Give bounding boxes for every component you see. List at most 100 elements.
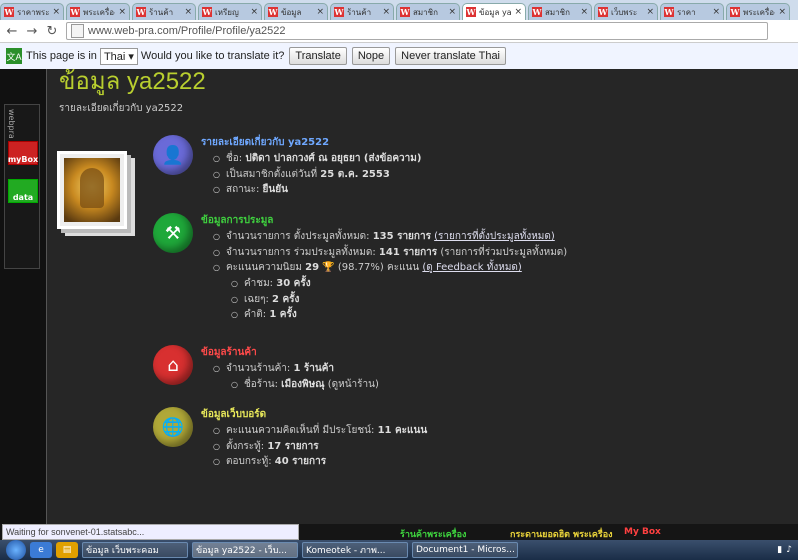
close-tab-icon[interactable]: × — [316, 7, 324, 17]
network-icon[interactable]: ▮ — [777, 545, 782, 555]
system-tray: ▮ ♪ — [777, 545, 792, 555]
total-items-row: จำนวนรายการ ตั้งประมูลทั้งหมด: 135 รายกา… — [213, 229, 567, 245]
browser-tab[interactable]: W ร้านค้า × — [132, 3, 196, 20]
neutral-row: เฉยๆ: 2 ครั้ง — [231, 292, 567, 308]
back-icon[interactable]: ← — [4, 23, 20, 39]
since-row: เป็นสมาชิกตั้งแต่วันที่ 25 ต.ค. 2553 — [213, 167, 421, 183]
close-tab-icon[interactable]: × — [250, 7, 258, 17]
browser-tab[interactable]: W พระเครื่อง × — [66, 3, 130, 20]
browser-tab[interactable]: W ราคาพระ × — [0, 3, 64, 20]
windows-taskbar: e ▤ ข้อมูล เว็บพระคอม ข้อมูล ya2522 - เว็… — [0, 540, 798, 560]
tab-label: ร้านค้า — [347, 7, 372, 17]
site-favicon-icon: W — [598, 7, 608, 17]
tab-label: เว็บพระ — [611, 7, 638, 17]
close-tab-icon[interactable]: × — [514, 7, 522, 17]
footer-link-mybox[interactable]: My Box — [624, 527, 661, 537]
volume-icon[interactable]: ♪ — [786, 545, 792, 555]
nope-button[interactable]: Nope — [351, 47, 391, 65]
page-subtitle: รายละเอียดเกี่ยวกับ ya2522 — [59, 103, 184, 114]
gavel-icon: ⚒ — [153, 213, 193, 253]
shop-heading: ข้อมูลร้านค้า — [201, 347, 257, 358]
browser-status: Waiting for sonvenet-01.statsabc... — [2, 524, 299, 540]
profile-photo — [57, 151, 127, 229]
name-row: ชื่อ: ปติดา ปาลกวงศ์ ณ อยุธยา (ส่งข้อควา… — [213, 151, 421, 167]
close-tab-icon[interactable]: × — [382, 7, 390, 17]
browser-tab[interactable]: W สมาชิก × — [528, 3, 592, 20]
site-favicon-icon: W — [730, 7, 740, 17]
tab-label: พระเครื่อง — [83, 7, 116, 17]
feedback-link[interactable]: (ดู Feedback ทั้งหมด) — [422, 262, 521, 273]
browser-tab[interactable]: W สมาชิก × — [396, 3, 460, 20]
forward-icon[interactable]: → — [24, 23, 40, 39]
total-items-link[interactable]: (รายการที่ตั้งประมูลทั้งหมด) — [434, 231, 555, 242]
taskbar-item[interactable]: ข้อมูล ya2522 - เว็บ... — [192, 542, 298, 558]
ie-icon[interactable]: e — [30, 542, 52, 558]
site-favicon-icon: W — [532, 7, 542, 17]
data-icon[interactable]: data — [8, 179, 38, 203]
about-heading: รายละเอียดเกี่ยวกับ ya2522 — [201, 137, 330, 148]
folder-icon[interactable]: ▤ — [56, 542, 78, 558]
address-bar[interactable]: www.web-pra.com/Profile/Profile/ya2522 — [66, 22, 768, 40]
complaint-row: คำติ: 1 ครั้ง — [231, 307, 567, 323]
site-favicon-icon: W — [400, 7, 410, 17]
feedback-row: คะแนนความนิยม 29 🏆 (98.77%) คะแนน (ดู Fe… — [213, 260, 567, 276]
site-favicon-icon: W — [664, 7, 674, 17]
browser-tab[interactable]: W เหรียญ × — [198, 3, 262, 20]
taskbar-item[interactable]: Document1 - Micros... — [412, 542, 518, 558]
close-tab-icon[interactable]: × — [52, 7, 60, 17]
close-tab-icon[interactable]: × — [778, 7, 786, 17]
reload-icon[interactable]: ↻ — [44, 23, 60, 39]
score-row: คะแนนความคิดเห็นที่ มีประโยชน์: 11 คะแนน — [213, 423, 427, 439]
browser-tab[interactable]: W ข้อมูล ya × — [462, 3, 526, 20]
url-text: www.web-pra.com/Profile/Profile/ya2522 — [88, 25, 286, 37]
site-footer: Waiting for sonvenet-01.statsabc... ร้าน… — [0, 524, 798, 540]
site-favicon-icon: W — [334, 7, 344, 17]
site-favicon-icon: W — [202, 7, 212, 17]
site-favicon-icon: W — [70, 7, 80, 17]
page-title: ข้อมูล ya2522 — [59, 68, 206, 95]
tab-label: พระเครื่อง — [743, 7, 776, 17]
browser-tab[interactable]: W ร้านค้า × — [330, 3, 394, 20]
never-translate-button[interactable]: Never translate Thai — [395, 47, 507, 65]
footer-link-shops[interactable]: ร้านค้าพระเครื่อง — [400, 527, 466, 541]
side-toolbar-label: webpra — [7, 109, 16, 139]
close-tab-icon[interactable]: × — [580, 7, 588, 17]
profile-panel: ข้อมูล ya2522 รายละเอียดเกี่ยวกับ ya2522… — [46, 68, 798, 524]
auction-heading: ข้อมูลการประมูล — [201, 215, 274, 226]
close-tab-icon[interactable]: × — [184, 7, 192, 17]
site-favicon-icon: W — [4, 7, 14, 17]
page-icon — [71, 24, 84, 38]
translate-button[interactable]: Translate — [289, 47, 347, 65]
globe-icon: 🌐 — [153, 407, 193, 447]
browser-tab[interactable]: W พระเครื่อง × — [726, 3, 790, 20]
tab-label: สมาชิก — [413, 7, 438, 17]
footer-link-board[interactable]: กระดานยอดฮิต พระเครื่อง — [510, 527, 613, 541]
tab-label: ราคา — [677, 7, 696, 17]
shop-name-row: ชื่อร้าน: เมืองพิษณุ (ดูหน้าร้าน) — [231, 377, 379, 393]
replies-row: ตอบกระทู้: 40 รายการ — [213, 454, 427, 470]
start-button[interactable] — [6, 540, 26, 560]
browser-tab[interactable]: W เว็บพระ × — [594, 3, 658, 20]
browser-tab[interactable]: W ข้อมูล × — [264, 3, 328, 20]
shop-link[interactable]: (ดูหน้าร้าน) — [328, 379, 379, 390]
browser-tab-bar: W ราคาพระ × W พระเครื่อง × W ร้านค้า × W เหรียญ × W ข… — [0, 0, 798, 20]
close-tab-icon[interactable]: × — [646, 7, 654, 17]
mybox-icon[interactable]: myBox — [8, 141, 38, 165]
threads-row: ตั้งกระทู้: 17 รายการ — [213, 439, 427, 455]
close-tab-icon[interactable]: × — [712, 7, 720, 17]
joined-items-row: จำนวนรายการ ร่วมประมูลทั้งหมด: 141 รายกา… — [213, 245, 567, 261]
status-row: สถานะ: ยืนยัน — [213, 182, 421, 198]
close-tab-icon[interactable]: × — [448, 7, 456, 17]
tab-label: เหรียญ — [215, 7, 239, 17]
taskbar-item[interactable]: ข้อมูล เว็บพระคอม — [82, 542, 188, 558]
tab-label: ราคาพระ — [17, 7, 50, 17]
browser-tab[interactable]: W ราคา × — [660, 3, 724, 20]
taskbar-item[interactable]: Komeotek - ภาพ... — [302, 542, 408, 558]
task-list: ข้อมูล เว็บพระคอม ข้อมูล ya2522 - เว็บ...… — [78, 542, 518, 558]
close-tab-icon[interactable]: × — [118, 7, 126, 17]
praise-row: คำชม: 30 ครั้ง — [231, 276, 567, 292]
shop-count-row: จำนวนร้านค้า: 1 ร้านค้า — [213, 361, 379, 377]
side-toolbar: webpra myBox data — [4, 104, 40, 269]
site-favicon-icon: W — [466, 7, 476, 17]
joined-items-link[interactable]: (รายการที่ร่วมประมูลทั้งหมด) — [440, 247, 567, 258]
